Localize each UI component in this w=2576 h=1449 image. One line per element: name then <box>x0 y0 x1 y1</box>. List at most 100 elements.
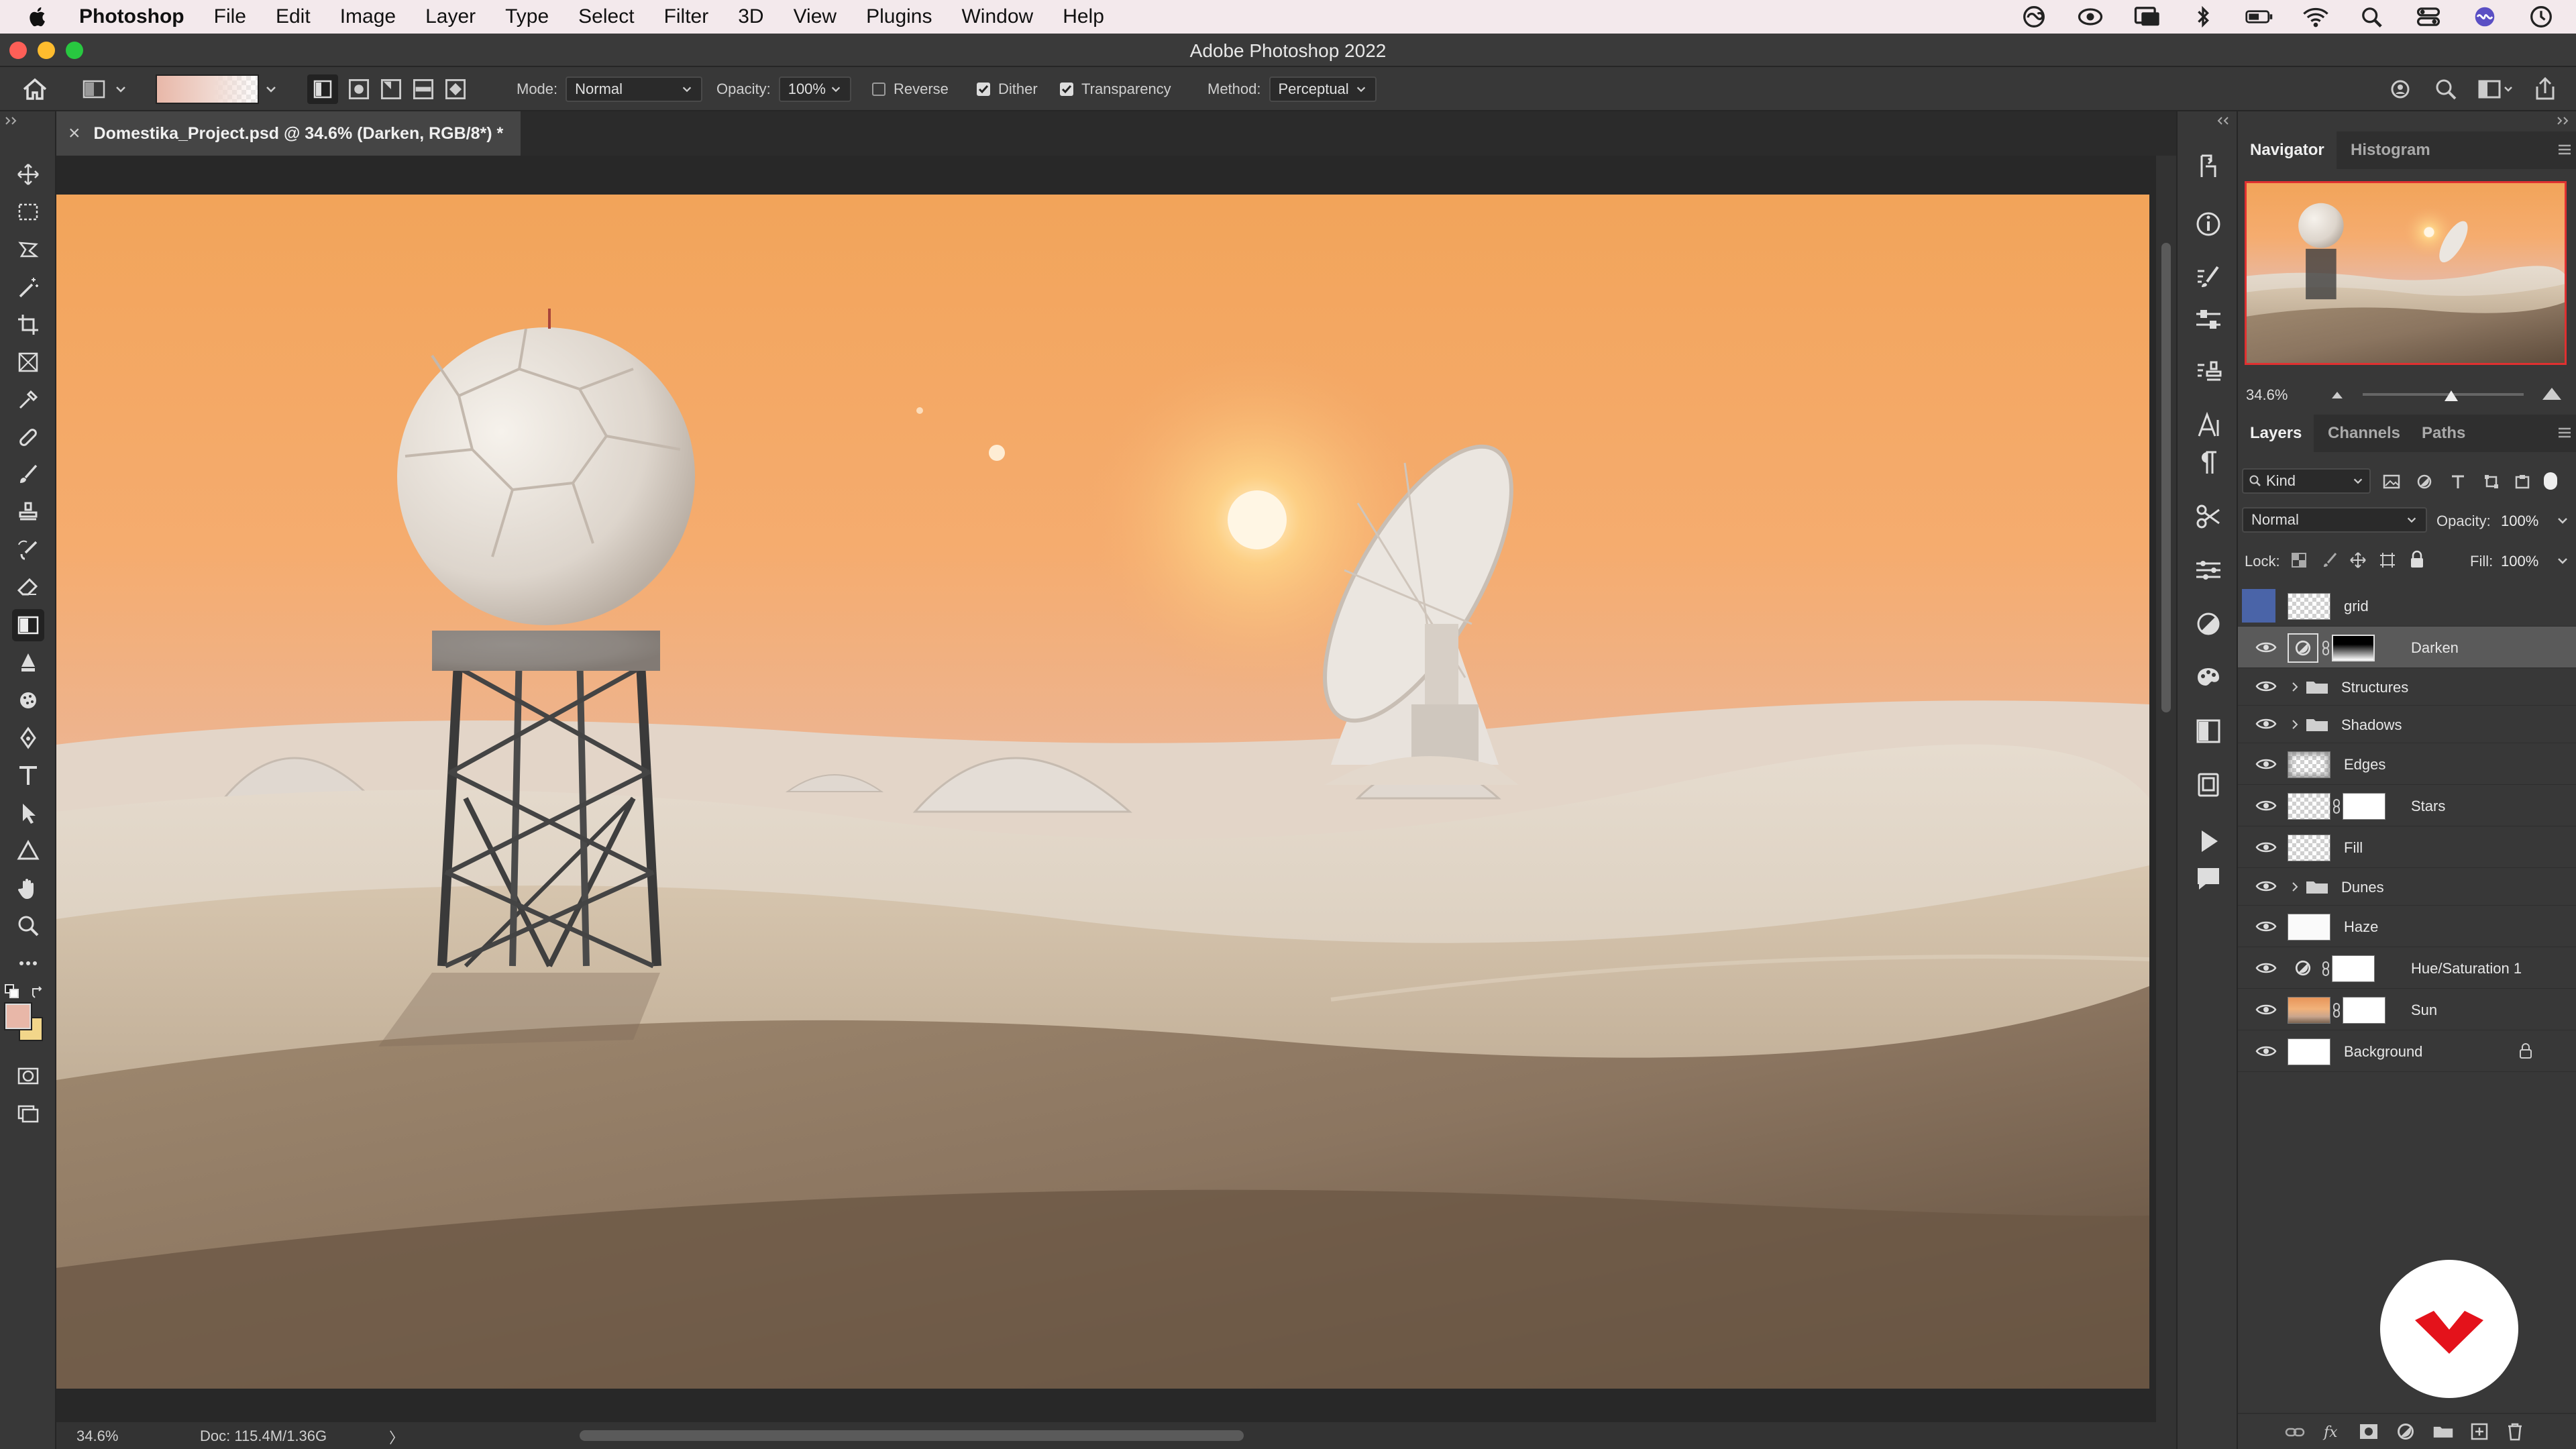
chevron-right-icon[interactable] <box>2290 718 2300 731</box>
transparency-checkbox[interactable] <box>1060 83 1073 96</box>
siri-icon[interactable] <box>2470 5 2500 29</box>
bluetooth-icon[interactable] <box>2188 5 2218 29</box>
actions-play-icon[interactable] <box>2192 825 2224 857</box>
crop-tool[interactable] <box>12 309 44 341</box>
fill-value[interactable]: 100% <box>2501 553 2538 570</box>
eye-icon[interactable] <box>2255 1002 2277 1017</box>
eye-icon[interactable] <box>2255 879 2277 894</box>
edit-toolbar-button[interactable] <box>12 947 44 979</box>
eyedropper-tool[interactable] <box>12 384 44 416</box>
menu-app-photoshop[interactable]: Photoshop <box>79 5 184 28</box>
share-user-icon[interactable] <box>2388 76 2415 103</box>
blend-mode-select[interactable]: Normal <box>2242 507 2427 533</box>
eye-icon[interactable] <box>2255 757 2277 771</box>
magic-wand-tool[interactable] <box>12 271 44 303</box>
chain-link-icon[interactable] <box>2321 640 2330 656</box>
new-adjustment-layer-icon[interactable] <box>2396 1422 2415 1441</box>
navigator-zoom-slider[interactable] <box>2363 390 2524 401</box>
menu-image[interactable]: Image <box>340 5 396 28</box>
add-mask-icon[interactable] <box>2359 1422 2379 1441</box>
creative-cloud-icon[interactable] <box>2019 5 2049 29</box>
character-panel-icon[interactable] <box>2192 409 2224 441</box>
lock-transparent-pixels-icon[interactable] <box>2290 551 2308 569</box>
panel-menu-icon[interactable] <box>2557 144 2572 156</box>
blur-tool[interactable] <box>12 647 44 679</box>
tab-histogram[interactable]: Histogram <box>2339 131 2443 169</box>
eye-icon[interactable] <box>2255 961 2277 975</box>
filter-type-icon[interactable] <box>2450 474 2466 490</box>
visibility-toggle-off[interactable] <box>2242 589 2275 623</box>
info-panel-icon[interactable] <box>2192 208 2224 240</box>
tab-channels[interactable]: Channels <box>2316 415 2412 452</box>
menu-help[interactable]: Help <box>1063 5 1104 28</box>
type-tool[interactable] <box>12 759 44 792</box>
properties-panel-icon[interactable] <box>2192 554 2224 586</box>
canvas-area[interactable] <box>56 156 2156 1422</box>
eye-tracking-icon[interactable] <box>2076 5 2105 29</box>
layer-row-dunes[interactable]: Dunes <box>2238 868 2576 906</box>
chevron-down-icon[interactable] <box>2556 554 2569 568</box>
lock-all-icon[interactable] <box>2408 550 2426 569</box>
layer-row-grid[interactable]: grid <box>2238 585 2576 627</box>
tool-preset-picker[interactable] <box>80 67 127 111</box>
gradient-picker[interactable] <box>156 67 278 111</box>
screen-share-icon[interactable] <box>2132 5 2161 29</box>
close-tab-icon[interactable]: × <box>68 122 80 145</box>
tool-presets-icon[interactable] <box>2192 500 2224 533</box>
layer-row-fill[interactable]: Fill <box>2238 826 2576 868</box>
diamond-gradient-icon[interactable] <box>444 78 467 101</box>
status-menu-arrow[interactable]: 〉 <box>389 1426 404 1448</box>
menu-window[interactable]: Window <box>961 5 1033 28</box>
dither-checkbox[interactable] <box>977 83 990 96</box>
mode-select[interactable]: Normal <box>566 76 703 102</box>
chain-link-icon[interactable] <box>2321 961 2330 977</box>
angle-gradient-icon[interactable] <box>380 78 402 101</box>
new-group-icon[interactable] <box>2432 1424 2454 1440</box>
reverse-checkbox-group[interactable]: Reverse <box>872 67 949 111</box>
clone-source-icon[interactable] <box>2192 357 2224 389</box>
collapse-panels-icon[interactable] <box>2556 115 2572 126</box>
eye-icon[interactable] <box>2255 798 2277 813</box>
layer-row-edges[interactable]: Edges <box>2238 743 2576 785</box>
healing-brush-tool[interactable] <box>12 421 44 453</box>
expand-panel-icon[interactable] <box>4 115 20 126</box>
filter-smart-object-icon[interactable] <box>2514 474 2530 490</box>
history-panel-icon[interactable] <box>2192 150 2224 182</box>
layer-row-darken[interactable]: Darken <box>2238 627 2576 668</box>
navigator-zoom-value[interactable]: 34.6% <box>2246 386 2288 404</box>
layer-row-background[interactable]: Background <box>2238 1030 2576 1072</box>
marquee-tool[interactable] <box>12 196 44 228</box>
lock-artboard-icon[interactable] <box>2379 551 2396 569</box>
adjustment-sliders-icon[interactable] <box>2192 303 2224 335</box>
collapse-strip-icon[interactable] <box>2214 115 2230 126</box>
eye-icon[interactable] <box>2255 919 2277 934</box>
menu-layer[interactable]: Layer <box>425 5 476 28</box>
menu-type[interactable]: Type <box>505 5 549 28</box>
path-selection-tool[interactable] <box>12 797 44 829</box>
search-icon[interactable] <box>2432 76 2459 103</box>
filter-toggle[interactable] <box>2544 472 2557 490</box>
apple-icon[interactable] <box>27 5 50 28</box>
menu-edit[interactable]: Edit <box>276 5 311 28</box>
layer-mask-thumbnail[interactable] <box>2332 955 2375 982</box>
hand-tool[interactable] <box>12 872 44 904</box>
eye-icon[interactable] <box>2255 640 2277 655</box>
layer-mask-thumbnail[interactable] <box>2332 635 2375 661</box>
lock-position-icon[interactable] <box>2349 551 2367 569</box>
layer-row-shadows[interactable]: Shadows <box>2238 706 2576 743</box>
eye-icon[interactable] <box>2255 840 2277 855</box>
chevron-right-icon[interactable] <box>2290 680 2300 694</box>
horizontal-scroll-thumb[interactable] <box>580 1430 1244 1441</box>
status-doc-size[interactable]: Doc: 115.4M/1.36G <box>200 1428 327 1445</box>
reflected-gradient-icon[interactable] <box>412 78 435 101</box>
move-tool[interactable] <box>12 158 44 191</box>
vertical-scrollbar[interactable] <box>2156 156 2176 1422</box>
layer-row-sun[interactable]: Sun <box>2238 989 2576 1030</box>
tab-layers[interactable]: Layers <box>2238 415 2314 452</box>
link-layers-icon[interactable] <box>2285 1424 2305 1441</box>
gradient-tool[interactable] <box>12 609 44 641</box>
menu-3d[interactable]: 3D <box>738 5 763 28</box>
pen-tool[interactable] <box>12 722 44 754</box>
opacity-input[interactable]: 100% <box>778 76 851 102</box>
tab-navigator[interactable]: Navigator <box>2238 131 2337 169</box>
